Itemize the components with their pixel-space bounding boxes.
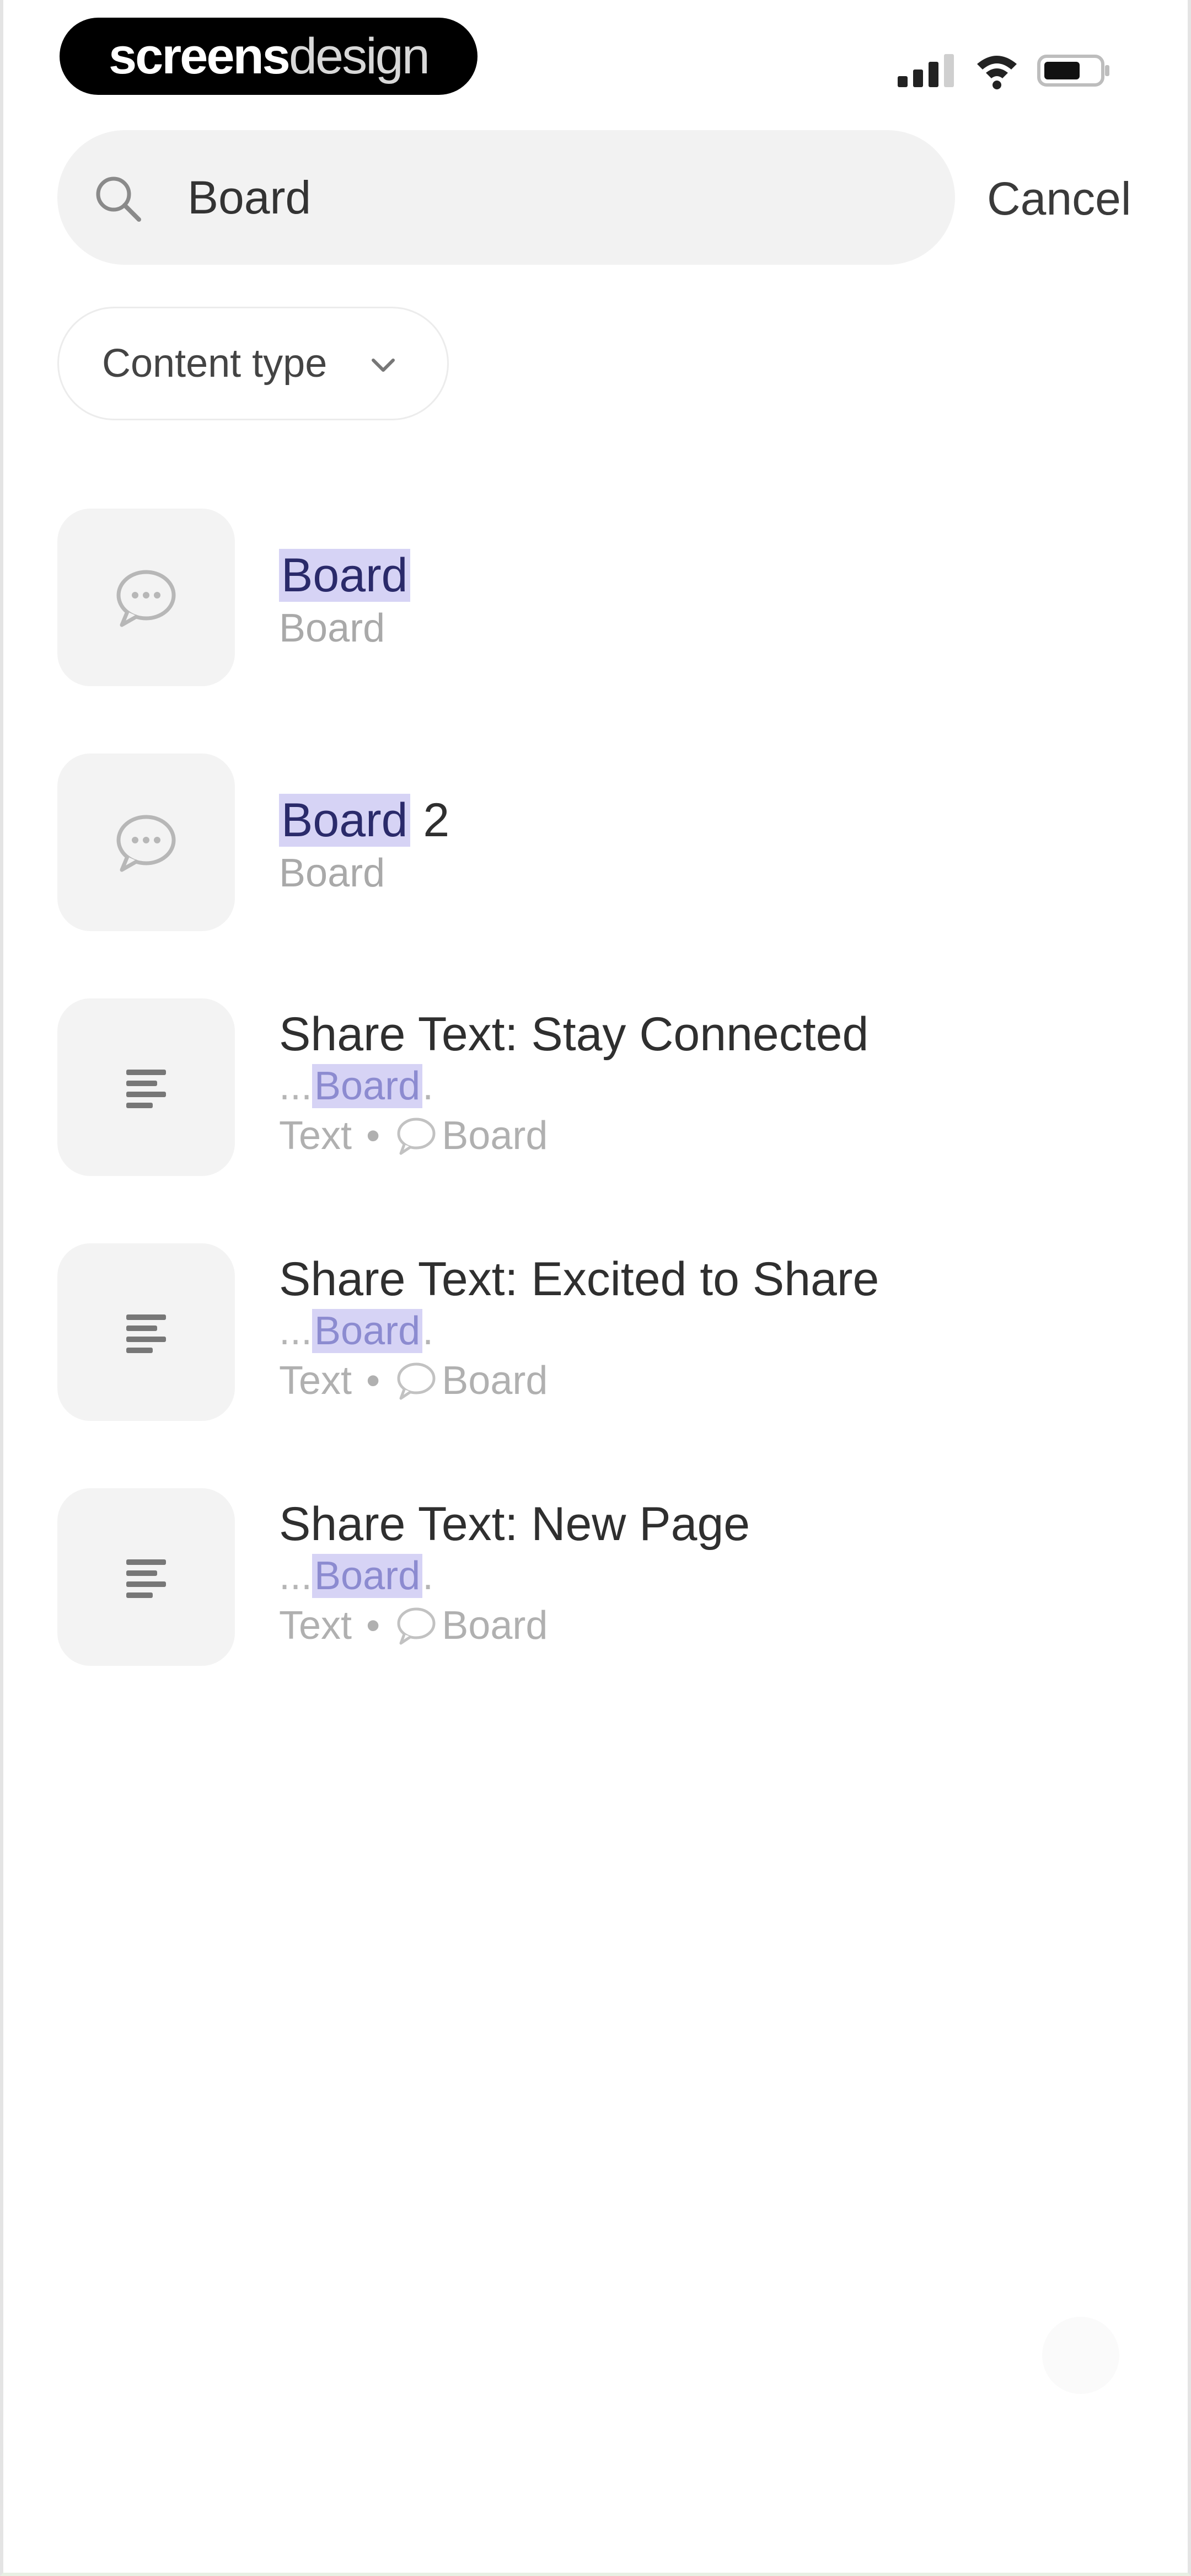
snippet-prefix: ... xyxy=(279,1309,313,1353)
comment-icon xyxy=(397,1118,436,1155)
parent-board-label: Board xyxy=(442,1114,548,1158)
search-bar[interactable] xyxy=(57,130,955,265)
parent-board-label: Board xyxy=(442,1359,548,1403)
result-title: Share Text: Stay Connected xyxy=(279,1008,869,1061)
result-meta: Text • Board xyxy=(279,1113,548,1158)
result-snippet: ...Board. xyxy=(279,1553,433,1599)
cellular-signal-icon xyxy=(898,49,958,93)
result-snippet: ...Board. xyxy=(279,1308,433,1354)
cancel-button[interactable]: Cancel xyxy=(987,165,1169,232)
battery-icon xyxy=(1037,55,1109,87)
faint-floating-button xyxy=(1042,2317,1119,2394)
text-lines-icon xyxy=(126,1314,166,1353)
highlighted-match: Board xyxy=(312,1309,423,1353)
result-subtitle: Board xyxy=(279,606,385,650)
separator-dot: • xyxy=(366,1114,380,1158)
snippet-suffix: . xyxy=(422,1064,434,1108)
text-lines-icon xyxy=(126,1559,166,1598)
title-rest: 2 xyxy=(410,794,450,847)
search-result-item[interactable]: Share Text: Stay Connected ...Board. Tex… xyxy=(57,998,1149,1180)
result-meta: Text • Board xyxy=(279,1358,548,1403)
content-type-label: Text xyxy=(279,1359,352,1403)
logo-text-secondary: design xyxy=(288,28,430,84)
highlighted-match: Board xyxy=(312,1554,423,1598)
snippet-prefix: ... xyxy=(279,1064,313,1108)
separator-dot: • xyxy=(366,1359,380,1403)
wifi-icon xyxy=(977,56,1017,89)
result-subtitle: Board xyxy=(279,851,385,895)
result-thumbnail xyxy=(57,509,235,686)
result-thumbnail xyxy=(57,998,235,1176)
comment-icon xyxy=(116,570,176,627)
search-result-item[interactable]: Board 2 Board xyxy=(57,753,1149,936)
search-result-item[interactable]: Share Text: New Page ...Board. Text • Bo… xyxy=(57,1488,1149,1670)
result-thumbnail xyxy=(57,753,235,931)
highlighted-match: Board xyxy=(312,1064,423,1108)
text-lines-icon xyxy=(126,1070,166,1108)
content-type-label: Text xyxy=(279,1604,352,1648)
result-title: Share Text: New Page xyxy=(279,1498,750,1551)
comment-icon xyxy=(397,1607,436,1645)
result-title: Share Text: Excited to Share xyxy=(279,1253,879,1306)
snippet-suffix: . xyxy=(422,1554,434,1598)
content-type-filter-chip[interactable]: Content type xyxy=(57,307,449,420)
snippet-prefix: ... xyxy=(279,1554,313,1598)
search-result-item[interactable]: Board Board xyxy=(57,509,1149,691)
search-input[interactable] xyxy=(187,163,926,232)
highlighted-match: Board xyxy=(279,794,410,847)
separator-dot: • xyxy=(366,1604,380,1648)
result-title: Board xyxy=(279,548,410,603)
result-thumbnail xyxy=(57,1243,235,1421)
filter-chip-label: Content type xyxy=(102,341,328,386)
comment-icon xyxy=(116,815,176,872)
brand-logo: screens design xyxy=(60,18,478,95)
parent-board-label: Board xyxy=(442,1604,548,1648)
search-result-item[interactable]: Share Text: Excited to Share ...Board. T… xyxy=(57,1243,1149,1425)
search-icon xyxy=(96,177,141,222)
highlighted-match: Board xyxy=(279,549,410,602)
result-thumbnail xyxy=(57,1488,235,1666)
result-meta: Text • Board xyxy=(279,1603,548,1648)
result-title: Board 2 xyxy=(279,793,449,848)
comment-icon xyxy=(397,1362,436,1400)
logo-text-primary: screens xyxy=(109,28,291,84)
result-snippet: ...Board. xyxy=(279,1063,433,1109)
snippet-suffix: . xyxy=(422,1309,434,1353)
chevron-down-icon xyxy=(372,359,395,372)
content-type-label: Text xyxy=(279,1114,352,1158)
